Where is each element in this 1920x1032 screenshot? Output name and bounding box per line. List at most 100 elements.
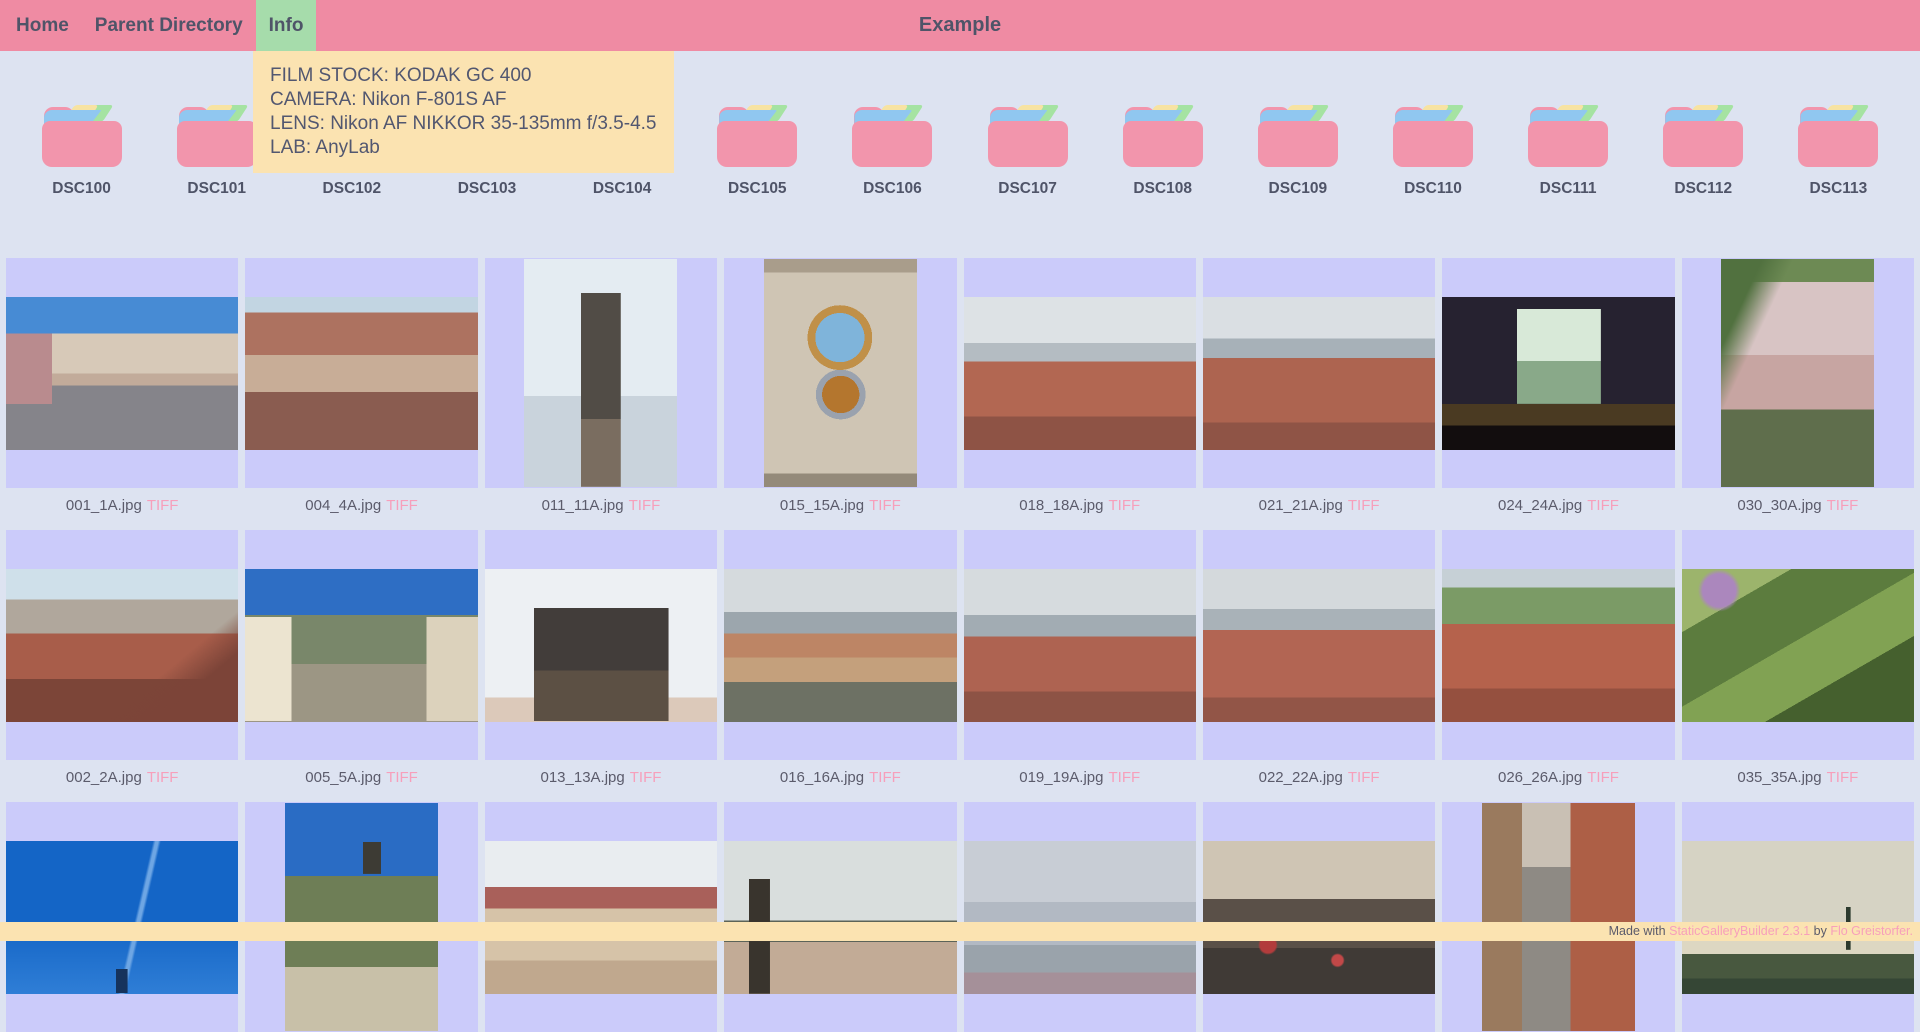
photo-filename: 005_5A.jpg xyxy=(305,769,381,786)
photo-card[interactable] xyxy=(1442,802,1674,1032)
footer-builder-link[interactable]: StaticGalleryBuilder 2.3.1 xyxy=(1669,924,1810,938)
folder-icon xyxy=(42,105,122,167)
photo-thumbnail xyxy=(1482,803,1635,1031)
photo-thumbnail xyxy=(6,569,238,722)
folder-dsc111[interactable]: DSC111 xyxy=(1501,105,1636,247)
tiff-link[interactable]: TIFF xyxy=(630,769,662,786)
tiff-link[interactable]: TIFF xyxy=(147,769,179,786)
tiff-link[interactable]: TIFF xyxy=(1587,497,1619,514)
tiff-link[interactable]: TIFF xyxy=(1348,769,1380,786)
photo-card[interactable] xyxy=(6,258,238,488)
photo-filename: 013_13A.jpg xyxy=(540,769,624,786)
tiff-link[interactable]: TIFF xyxy=(386,769,418,786)
nav-item-info[interactable]: Info xyxy=(256,0,317,51)
gallery-cell xyxy=(724,802,956,1032)
folder-icon xyxy=(177,105,257,167)
photo-card[interactable] xyxy=(964,530,1196,760)
photo-card[interactable] xyxy=(724,258,956,488)
gallery-cell xyxy=(1203,802,1435,1032)
folder-label: DSC102 xyxy=(323,180,382,198)
photo-caption: 005_5A.jpg TIFF xyxy=(245,769,477,787)
tiff-link[interactable]: TIFF xyxy=(386,497,418,514)
photo-card[interactable] xyxy=(1203,802,1435,1032)
tiff-link[interactable]: TIFF xyxy=(1108,497,1140,514)
folder-dsc105[interactable]: DSC105 xyxy=(690,105,825,247)
footer-mid: by xyxy=(1814,924,1827,938)
tiff-link[interactable]: TIFF xyxy=(1348,497,1380,514)
tiff-link[interactable]: TIFF xyxy=(869,497,901,514)
nav-item-home[interactable]: Home xyxy=(3,0,82,51)
folder-label: DSC113 xyxy=(1810,180,1868,198)
photo-thumbnail xyxy=(245,569,477,722)
photo-card[interactable] xyxy=(1203,530,1435,760)
folder-icon xyxy=(852,105,932,167)
photo-caption: 016_16A.jpgTIFF xyxy=(724,769,956,787)
folder-dsc107[interactable]: DSC107 xyxy=(960,105,1095,247)
photo-card[interactable] xyxy=(724,802,956,1032)
folder-label: DSC111 xyxy=(1540,180,1597,198)
photo-card[interactable] xyxy=(964,258,1196,488)
folder-icon xyxy=(1528,105,1608,167)
photo-card[interactable] xyxy=(964,802,1196,1032)
top-nav: HomeParent DirectoryInfo Example xyxy=(0,0,1920,51)
photo-card[interactable] xyxy=(1682,802,1914,1032)
photo-card[interactable] xyxy=(245,258,477,488)
footer-author-link[interactable]: Flo Greistorfer. xyxy=(1830,924,1913,938)
gallery-cell: 024_24A.jpgTIFF xyxy=(1442,258,1674,515)
gallery-cell: 030_30A.jpg TIFF xyxy=(1682,258,1914,515)
photo-thumbnail xyxy=(485,569,717,722)
nav-item-parent-directory[interactable]: Parent Directory xyxy=(82,0,256,51)
tiff-link[interactable]: TIFF xyxy=(869,769,901,786)
photo-filename: 035_35A.jpg xyxy=(1737,769,1821,786)
photo-card[interactable] xyxy=(1442,258,1674,488)
photo-card[interactable] xyxy=(485,258,717,488)
photo-card[interactable] xyxy=(6,802,238,1032)
photo-caption: 001_1A.jpg TIFF xyxy=(6,497,238,515)
gallery-cell: 026_26A.jpg TIFF xyxy=(1442,530,1674,787)
nav-items: HomeParent DirectoryInfo xyxy=(3,0,316,51)
photo-card[interactable] xyxy=(1203,258,1435,488)
photo-card[interactable] xyxy=(1442,530,1674,760)
photo-caption: 019_19A.jpg TIFF xyxy=(964,769,1196,787)
tiff-link[interactable]: TIFF xyxy=(1827,769,1859,786)
tiff-link[interactable]: TIFF xyxy=(1108,769,1140,786)
gallery-cell: 015_15A.jpgTIFF xyxy=(724,258,956,515)
folder-dsc109[interactable]: DSC109 xyxy=(1230,105,1365,247)
footer-bar: Made with StaticGalleryBuilder 2.3.1 by … xyxy=(0,922,1920,941)
photo-card[interactable] xyxy=(485,802,717,1032)
photo-caption: 026_26A.jpg TIFF xyxy=(1442,769,1674,787)
tiff-link[interactable]: TIFF xyxy=(1587,769,1619,786)
photo-filename: 030_30A.jpg xyxy=(1737,497,1821,514)
folder-dsc108[interactable]: DSC108 xyxy=(1095,105,1230,247)
gallery-cell: 018_18A.jpg TIFF xyxy=(964,258,1196,515)
folder-dsc110[interactable]: DSC110 xyxy=(1365,105,1500,247)
photo-card[interactable] xyxy=(485,530,717,760)
photo-card[interactable] xyxy=(6,530,238,760)
tooltip-line-film-stock: FILM STOCK: KODAK GC 400 xyxy=(270,64,657,88)
photo-caption: 004_4A.jpgTIFF xyxy=(245,497,477,515)
folder-dsc112[interactable]: DSC112 xyxy=(1636,105,1771,247)
gallery-cell xyxy=(964,802,1196,1032)
photo-caption: 011_11A.jpgTIFF xyxy=(485,497,717,515)
tiff-link[interactable]: TIFF xyxy=(1827,497,1859,514)
folder-icon xyxy=(1123,105,1203,167)
photo-thumbnail xyxy=(964,841,1196,994)
photo-card[interactable] xyxy=(1682,258,1914,488)
gallery-cell xyxy=(1682,802,1914,1032)
photo-filename: 002_2A.jpg xyxy=(66,769,142,786)
tiff-link[interactable]: TIFF xyxy=(147,497,179,514)
photo-filename: 018_18A.jpg xyxy=(1019,497,1103,514)
photo-filename: 026_26A.jpg xyxy=(1498,769,1582,786)
photo-card[interactable] xyxy=(724,530,956,760)
gallery-cell: 004_4A.jpgTIFF xyxy=(245,258,477,515)
folder-dsc100[interactable]: DSC100 xyxy=(14,105,149,247)
tiff-link[interactable]: TIFF xyxy=(629,497,661,514)
folder-dsc106[interactable]: DSC106 xyxy=(825,105,960,247)
photo-thumbnail xyxy=(1203,297,1435,450)
photo-card[interactable] xyxy=(245,802,477,1032)
photo-filename: 001_1A.jpg xyxy=(66,497,142,514)
photo-filename: 019_19A.jpg xyxy=(1019,769,1103,786)
photo-card[interactable] xyxy=(245,530,477,760)
photo-card[interactable] xyxy=(1682,530,1914,760)
folder-dsc113[interactable]: DSC113 xyxy=(1771,105,1906,247)
